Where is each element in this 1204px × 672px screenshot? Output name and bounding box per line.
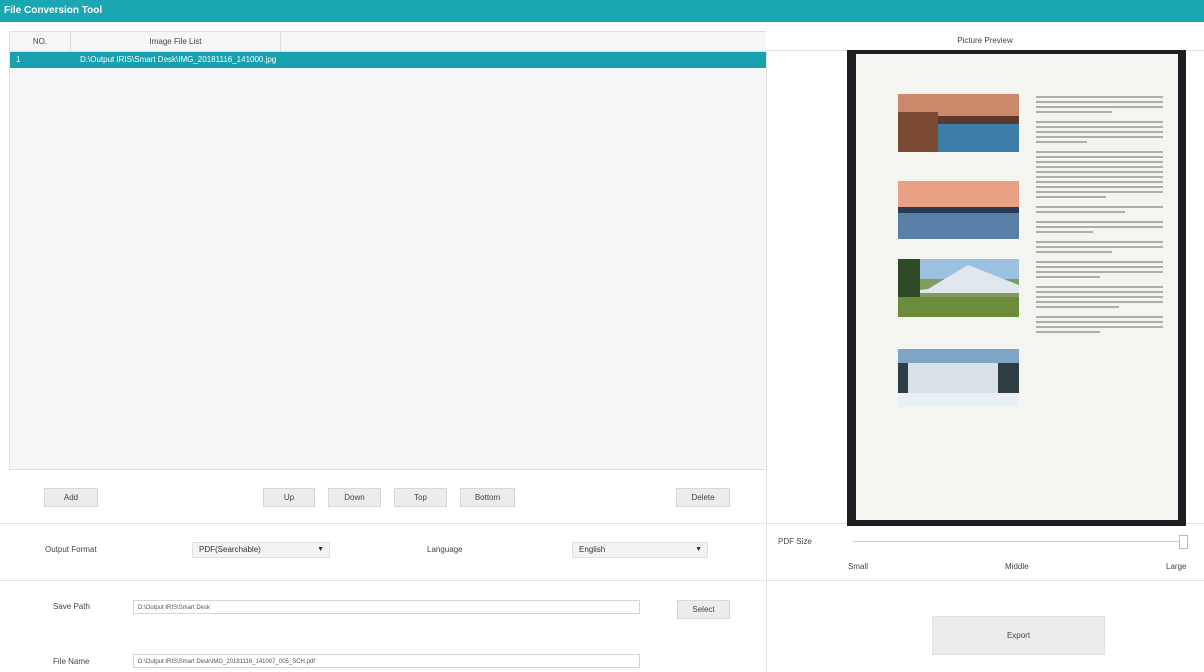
divider xyxy=(0,580,1204,581)
up-button[interactable]: Up xyxy=(263,488,315,507)
save-path-field[interactable]: D:\Output IRIS\Smart Desk xyxy=(133,600,640,614)
export-button[interactable]: Export xyxy=(932,616,1105,655)
pdf-size-small-label: Small xyxy=(848,562,869,571)
document-page xyxy=(856,54,1178,520)
language-value: English xyxy=(579,545,606,554)
photo-mountain-icon xyxy=(898,259,1019,317)
title-bar: File Conversion Tool xyxy=(0,0,1204,22)
table-row[interactable]: 1 D:\Output IRIS\Smart Desk\IMG_20181116… xyxy=(10,52,766,68)
column-header-no[interactable]: NO. xyxy=(10,32,71,51)
language-select[interactable]: English ▼ xyxy=(572,542,708,558)
chevron-down-icon: ▼ xyxy=(695,546,702,553)
pdf-size-slider[interactable] xyxy=(853,541,1183,542)
output-format-value: PDF(Searchable) xyxy=(199,545,261,554)
row-file-path: D:\Output IRIS\Smart Desk\IMG_20181116_1… xyxy=(80,55,277,64)
pdf-size-middle-label: Middle xyxy=(1005,562,1029,571)
pdf-size-label: PDF Size xyxy=(778,537,812,546)
language-label: Language xyxy=(427,545,463,554)
add-button[interactable]: Add xyxy=(44,488,98,507)
divider xyxy=(766,30,767,672)
column-header-image-file-list[interactable]: Image File List xyxy=(71,32,281,51)
photo-pool-icon xyxy=(898,94,1019,152)
pdf-size-slider-handle[interactable] xyxy=(1179,535,1188,549)
document-text xyxy=(1036,96,1163,336)
save-path-label: Save Path xyxy=(53,602,90,611)
list-header: NO. Image File List xyxy=(10,32,766,52)
picture-preview-title: Picture Preview xyxy=(766,31,1204,51)
top-button[interactable]: Top xyxy=(394,488,447,507)
chevron-down-icon: ▼ xyxy=(317,546,324,553)
down-button[interactable]: Down xyxy=(328,488,381,507)
image-file-list[interactable]: NO. Image File List 1 D:\Output IRIS\Sma… xyxy=(9,31,767,470)
app-title: File Conversion Tool xyxy=(4,5,103,16)
bottom-button[interactable]: Bottom xyxy=(460,488,515,507)
select-button[interactable]: Select xyxy=(677,600,730,619)
row-number: 1 xyxy=(16,55,21,64)
photo-lake-icon xyxy=(898,181,1019,239)
pdf-size-large-label: Large xyxy=(1166,562,1187,571)
photo-waterfall-icon xyxy=(898,349,1019,407)
file-name-field[interactable]: D:\Output IRIS\Smart Desk\IMG_20181116_1… xyxy=(133,654,640,668)
picture-preview-image xyxy=(847,50,1186,526)
output-format-label: Output Format xyxy=(45,545,97,554)
output-format-select[interactable]: PDF(Searchable) ▼ xyxy=(192,542,330,558)
file-name-label: File Name xyxy=(53,657,90,666)
delete-button[interactable]: Delete xyxy=(676,488,730,507)
